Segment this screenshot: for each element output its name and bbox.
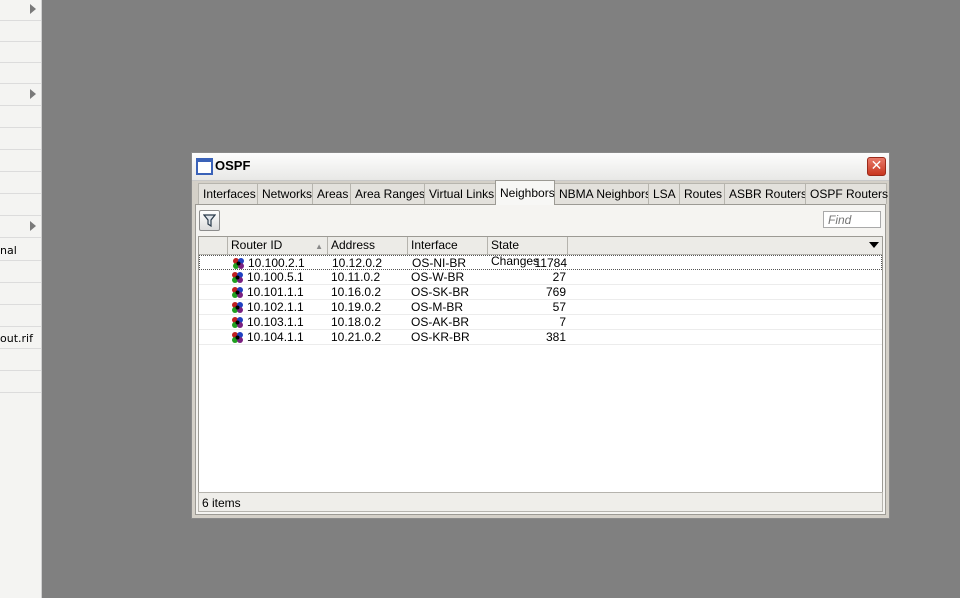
sort-ascending-icon: ▲ — [315, 242, 323, 251]
column-menu-dropdown-icon[interactable] — [869, 242, 879, 248]
menu-item[interactable] — [0, 284, 41, 305]
tab-areas[interactable]: Areas — [312, 183, 351, 204]
menu-item-label: nal — [0, 244, 17, 257]
tab-nbma-neighbors[interactable]: NBMA Neighbors — [554, 183, 651, 204]
table-cell-interface: OS-M-BR — [411, 300, 463, 314]
menu-item[interactable] — [0, 42, 41, 63]
table-cell-address: 10.19.0.2 — [331, 300, 382, 314]
close-icon: ✕ — [870, 158, 883, 174]
table-header: Router ID ▲ Address Interface State Chan… — [199, 237, 882, 268]
menu-item[interactable] — [0, 85, 41, 106]
table-cell-state-changes: 769 — [545, 285, 566, 299]
menu-item[interactable] — [0, 21, 41, 42]
window-icon — [196, 158, 213, 175]
table-cell-router-id: 10.104.1.1 — [247, 330, 304, 344]
table-row[interactable]: 10.100.5.1 10.11.0.2 OS-W-BR 27 — [199, 270, 882, 285]
table-cell-interface: OS-SK-BR — [411, 285, 470, 299]
table-cell-address: 10.11.0.2 — [331, 270, 381, 284]
menu-item[interactable] — [0, 151, 41, 172]
menu-item[interactable] — [0, 0, 41, 21]
column-header-router-id[interactable]: Router ID ▲ — [228, 237, 328, 254]
side-menu: nal out.rif — [0, 0, 42, 598]
column-header-address[interactable]: Address — [328, 237, 408, 254]
table-cell-state-changes: 381 — [545, 330, 566, 344]
table-cell-router-id: 10.102.1.1 — [247, 300, 304, 314]
window-title: OSPF — [215, 158, 251, 173]
tab-lsa[interactable]: LSA — [648, 183, 680, 204]
neighbors-panel: Router ID ▲ Address Interface State Chan… — [195, 204, 886, 515]
table-cell-address: 10.16.0.2 — [331, 285, 382, 299]
filter-icon — [203, 214, 216, 227]
table-cell-state-changes: 57 — [552, 300, 566, 314]
router-icon — [233, 258, 244, 269]
item-count: 6 items — [202, 496, 241, 510]
column-header-label: Router ID — [231, 238, 283, 252]
ospf-window: OSPF ✕ Interfaces Networks Areas Area Ra… — [191, 152, 890, 519]
table-cell-router-id: 10.101.1.1 — [247, 285, 304, 299]
table-cell-interface: OS-W-BR — [411, 270, 465, 284]
table-cell-state-changes: 7 — [559, 315, 566, 329]
table-row[interactable]: 10.103.1.1 10.18.0.2 OS-AK-BR 7 — [199, 315, 882, 330]
menu-item[interactable] — [0, 129, 41, 150]
menu-item[interactable] — [0, 173, 41, 194]
table-row[interactable]: 10.102.1.1 10.19.0.2 OS-M-BR 57 — [199, 300, 882, 315]
table-cell-router-id: 10.103.1.1 — [247, 315, 304, 329]
submenu-arrow-icon — [30, 221, 36, 231]
table-cell-router-id: 10.100.5.1 — [247, 270, 304, 284]
table-cell-address: 10.12.0.2 — [332, 256, 383, 270]
table-cell-interface: OS-KR-BR — [411, 330, 470, 344]
table-row[interactable]: 10.101.1.1 10.16.0.2 OS-SK-BR 769 — [199, 285, 882, 300]
menu-item[interactable] — [0, 372, 41, 393]
table-cell-state-changes: 11784 — [534, 256, 567, 270]
window-titlebar[interactable]: OSPF ✕ — [192, 153, 889, 181]
filter-button[interactable] — [199, 210, 220, 231]
menu-item[interactable]: nal — [0, 240, 41, 261]
close-button[interactable]: ✕ — [867, 157, 886, 176]
table-cell-router-id: 10.100.2.1 — [248, 256, 305, 270]
router-icon — [232, 302, 243, 313]
menu-item[interactable] — [0, 350, 41, 371]
menu-item[interactable] — [0, 195, 41, 216]
tab-ospf-routers[interactable]: OSPF Routers — [805, 183, 888, 204]
submenu-arrow-icon — [30, 4, 36, 14]
tab-networks[interactable]: Networks — [257, 183, 313, 204]
menu-item[interactable] — [0, 107, 41, 128]
submenu-arrow-icon — [30, 89, 36, 99]
table-cell-address: 10.21.0.2 — [331, 330, 382, 344]
router-icon — [232, 287, 243, 298]
table-cell-address: 10.18.0.2 — [331, 315, 382, 329]
tab-virtual-links[interactable]: Virtual Links — [424, 183, 496, 204]
router-icon — [232, 332, 243, 343]
router-icon — [232, 317, 243, 328]
table-cell-state-changes: 27 — [552, 270, 566, 284]
menu-item[interactable] — [0, 262, 41, 283]
menu-item[interactable] — [0, 306, 41, 327]
router-icon — [232, 272, 243, 283]
menu-item[interactable] — [0, 63, 41, 84]
tab-area-ranges[interactable]: Area Ranges — [350, 183, 425, 204]
table-row[interactable]: 10.104.1.1 10.21.0.2 OS-KR-BR 381 — [199, 330, 882, 345]
tab-routes[interactable]: Routes — [679, 183, 725, 204]
tab-neighbors[interactable]: Neighbors — [495, 180, 555, 205]
status-bar: 6 items — [198, 492, 883, 512]
menu-item[interactable]: out.rif — [0, 328, 41, 349]
tab-asbr-routers[interactable]: ASBR Routers — [724, 183, 807, 204]
column-header-interface[interactable]: Interface — [408, 237, 488, 254]
neighbors-table: Router ID ▲ Address Interface State Chan… — [198, 236, 883, 495]
menu-item[interactable] — [0, 217, 41, 238]
table-cell-interface: OS-AK-BR — [411, 315, 470, 329]
find-input[interactable] — [823, 211, 881, 228]
menu-item-label: out.rif — [0, 332, 33, 345]
column-header-blank — [199, 237, 228, 254]
tab-interfaces[interactable]: Interfaces — [198, 183, 258, 204]
table-cell-interface: OS-NI-BR — [412, 256, 466, 270]
table-row[interactable]: 10.100.2.1 10.12.0.2 OS-NI-BR 11784 — [199, 255, 882, 270]
column-header-state-changes[interactable]: State Changes — [488, 237, 568, 268]
